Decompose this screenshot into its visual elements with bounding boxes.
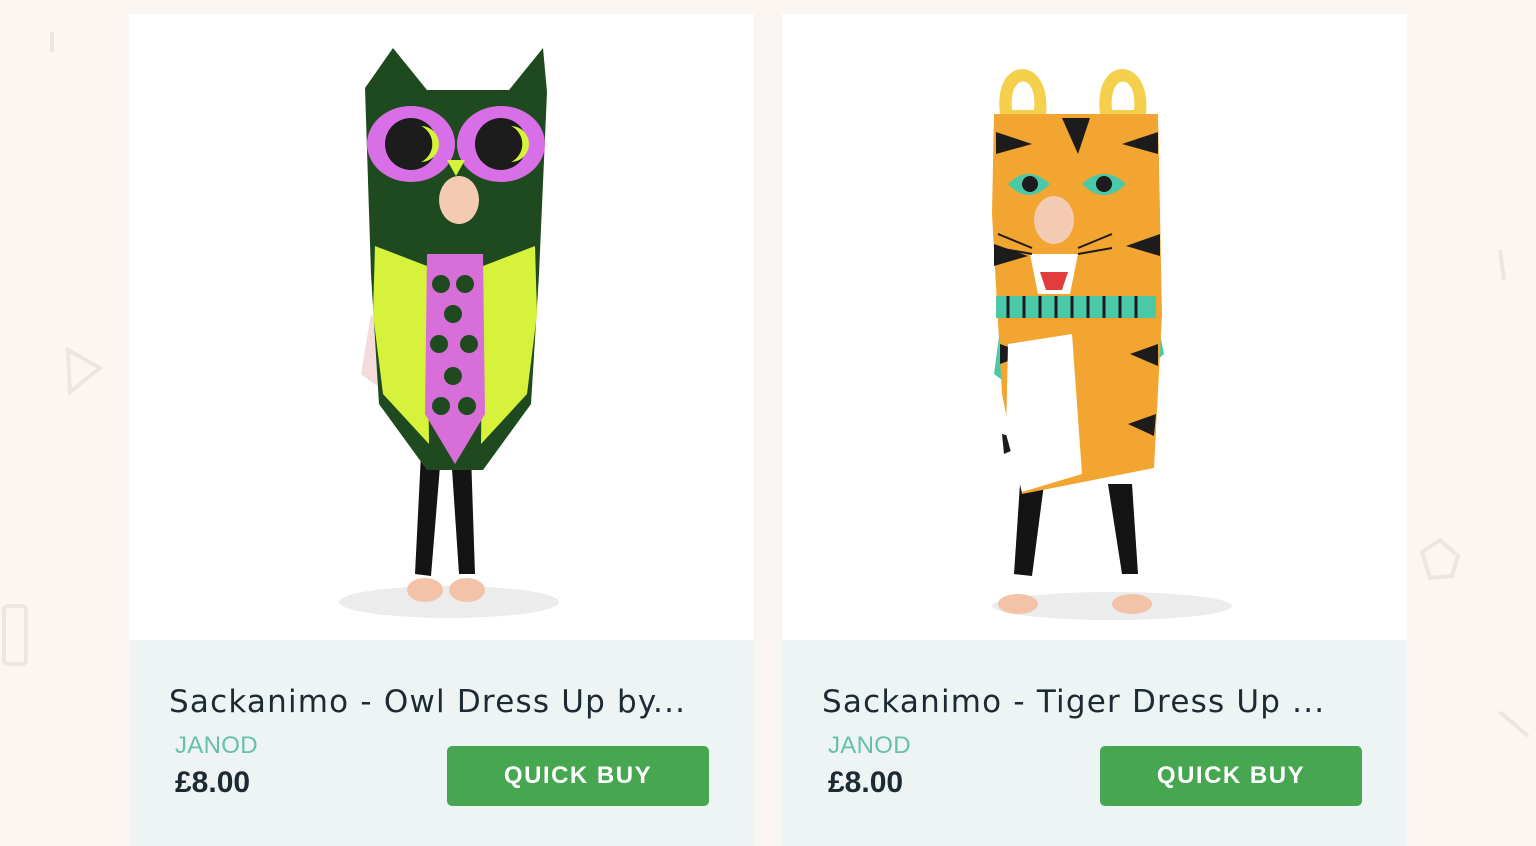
product-brand[interactable]: JANOD bbox=[828, 732, 911, 760]
product-info: Sackanimo - Tiger Dress Up ... JANOD £8.… bbox=[782, 640, 1407, 846]
product-price: £8.00 bbox=[828, 766, 904, 799]
tiger-costume-photo[interactable] bbox=[782, 14, 1407, 640]
quick-buy-button[interactable]: QUICK BUY bbox=[1100, 746, 1362, 806]
product-title[interactable]: Sackanimo - Tiger Dress Up ... bbox=[822, 684, 1382, 720]
owl-costume-photo[interactable] bbox=[129, 14, 754, 640]
product-info: Sackanimo - Owl Dress Up by... JANOD £8.… bbox=[129, 640, 754, 846]
product-price: £8.00 bbox=[175, 766, 251, 799]
quick-buy-button[interactable]: QUICK BUY bbox=[447, 746, 709, 806]
product-brand[interactable]: JANOD bbox=[175, 732, 258, 760]
product-grid: Sackanimo - Owl Dress Up by... JANOD £8.… bbox=[129, 14, 1407, 846]
product-card[interactable]: Sackanimo - Tiger Dress Up ... JANOD £8.… bbox=[782, 14, 1407, 846]
product-card[interactable]: Sackanimo - Owl Dress Up by... JANOD £8.… bbox=[129, 14, 754, 846]
product-title[interactable]: Sackanimo - Owl Dress Up by... bbox=[169, 684, 729, 720]
